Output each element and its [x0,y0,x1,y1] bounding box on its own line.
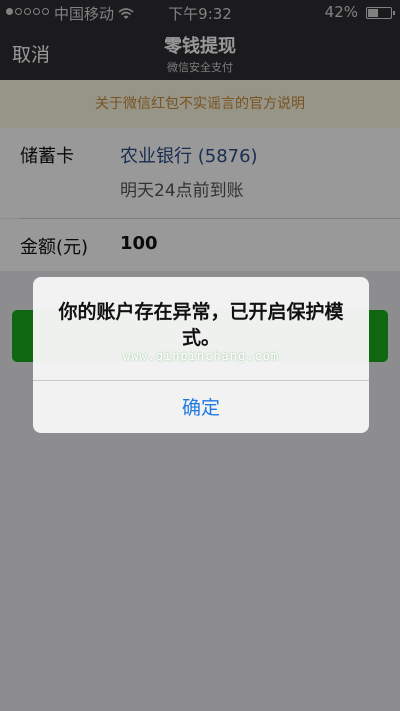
alert-message: 你的账户存在异常，已开启保护模式。 [58,301,344,349]
confirm-button[interactable]: 确定 [33,381,369,433]
watermark-text: www.qinpinchang.com [122,349,280,363]
alert-dialog: 你的账户存在异常，已开启保护模式。 www.qinpinchang.com 确定 [33,277,369,433]
screen: 中国移动 下午9:32 42% 取消 零钱提现 微信安全支付 关于微信红包不实谣… [0,0,400,711]
